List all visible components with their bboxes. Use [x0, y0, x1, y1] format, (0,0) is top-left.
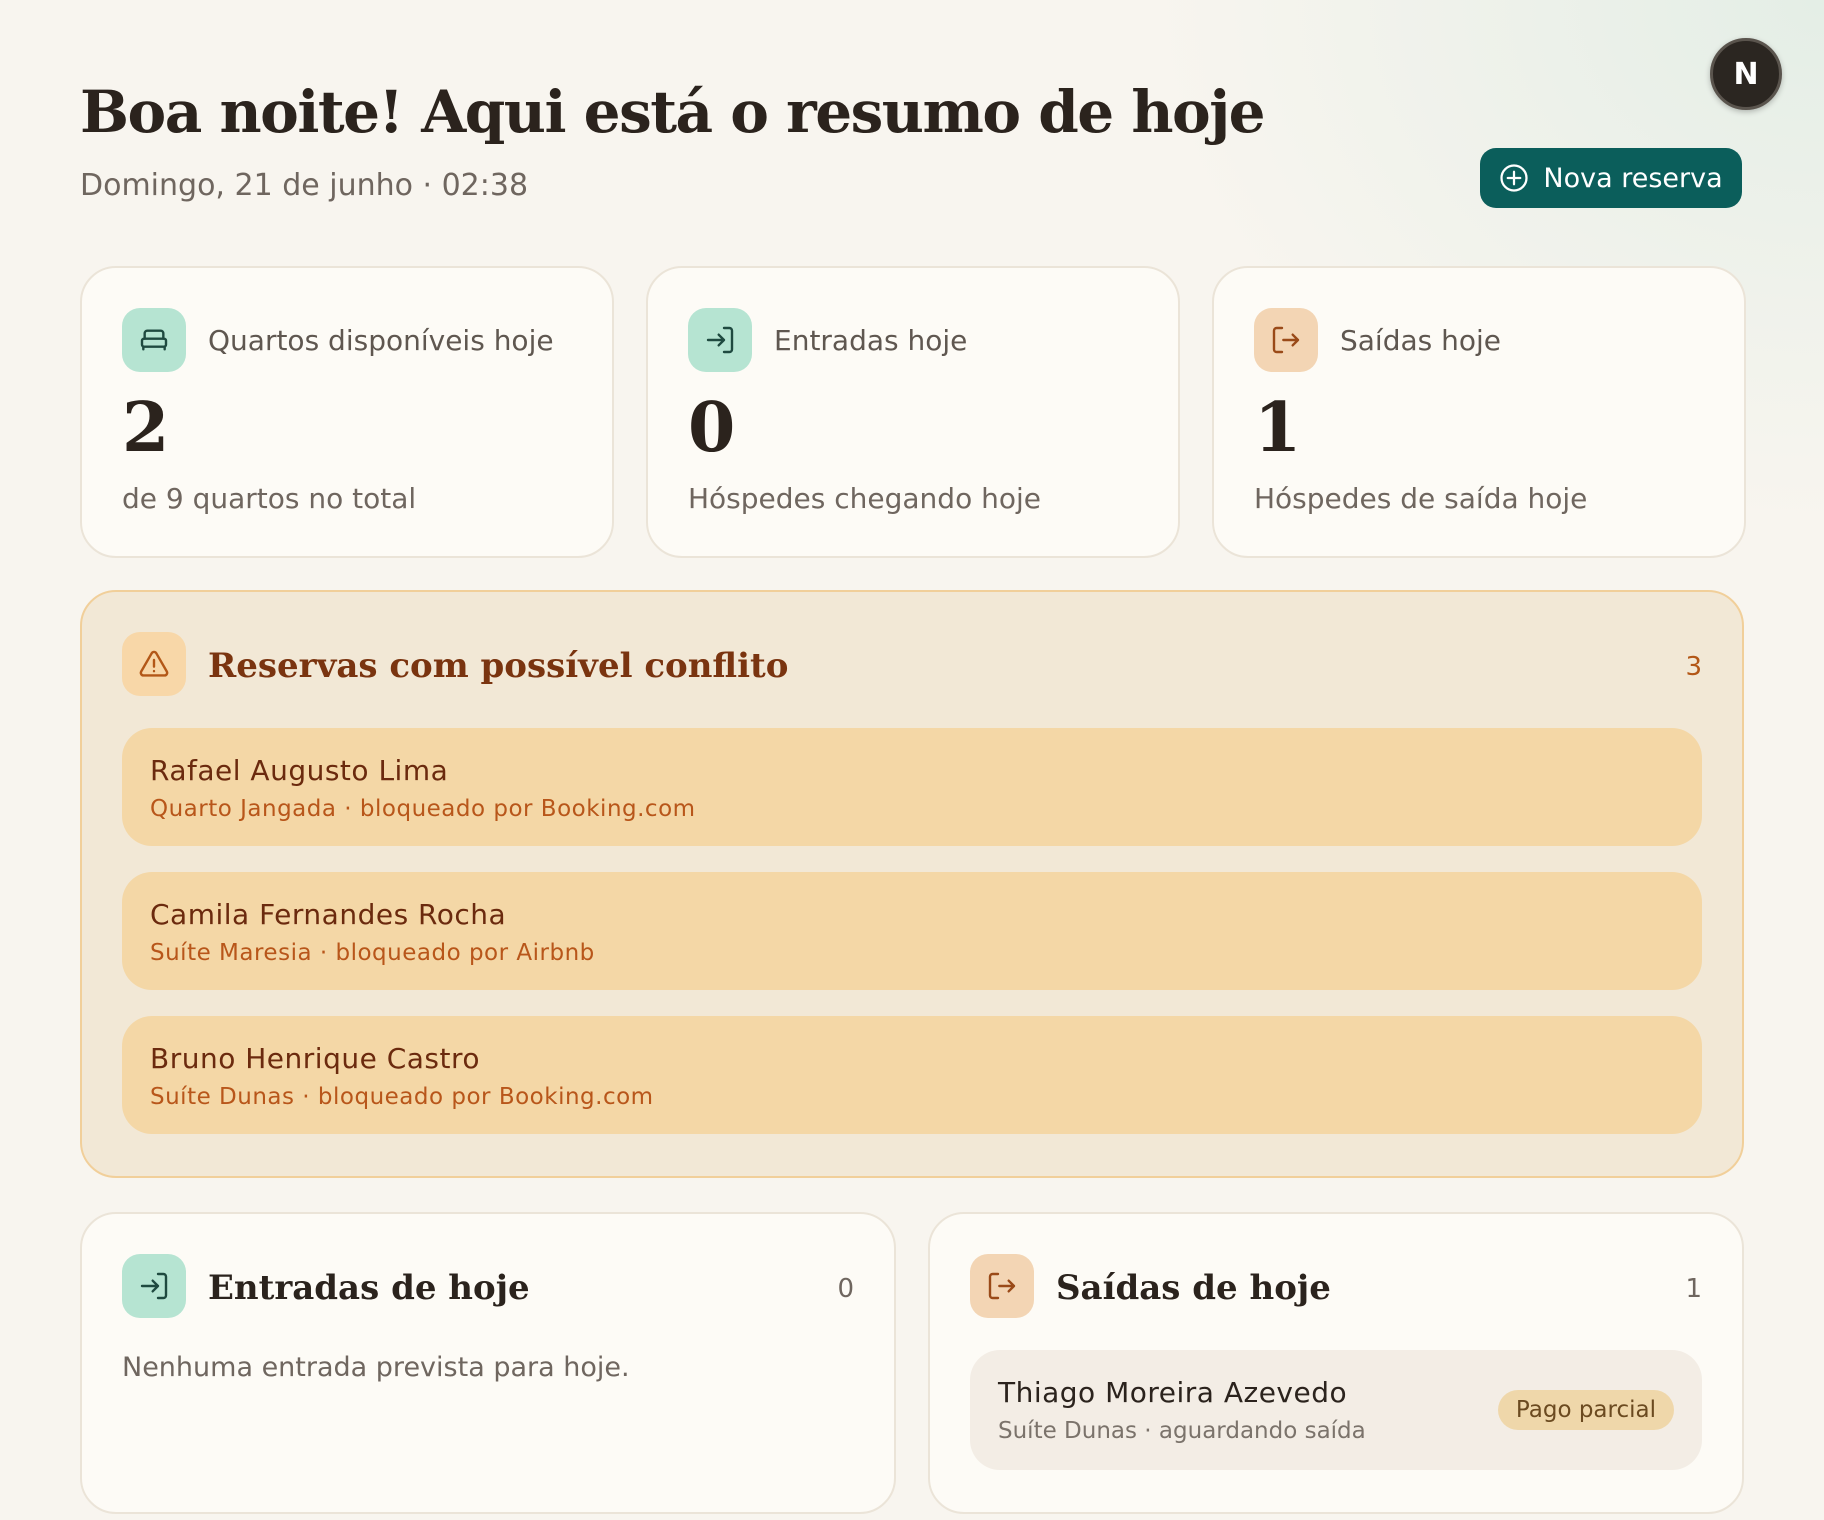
stat-value: 2 [122, 388, 170, 468]
arrivals-count: 0 [837, 1274, 854, 1304]
login-icon [688, 308, 752, 372]
guest-name: Bruno Henrique Castro [150, 1042, 481, 1075]
payment-status-badge: Pago parcial [1497, 1390, 1674, 1430]
conflict-count: 3 [1685, 652, 1702, 682]
new-booking-label: Nova reserva [1543, 162, 1723, 194]
stat-value: 1 [1254, 388, 1302, 468]
stat-card-departures: Saídas hoje 1 Hóspedes de saída hoje [1212, 266, 1746, 558]
conflict-detail: Quarto Jangada · bloqueado por Booking.c… [150, 796, 696, 822]
page-date: Domingo, 21 de junho · 02:38 [80, 168, 529, 203]
user-avatar[interactable]: N [1710, 38, 1782, 110]
stat-label: Entradas hoje [774, 324, 968, 357]
conflict-panel: Reservas com possível conflito 3 Rafael … [80, 590, 1744, 1178]
guest-name: Thiago Moreira Azevedo [998, 1376, 1348, 1409]
arrivals-empty-message: Nenhuma entrada prevista para hoje. [122, 1352, 630, 1383]
conflict-item[interactable]: Camila Fernandes Rocha Suíte Maresia · b… [122, 872, 1702, 990]
conflict-detail: Suíte Maresia · bloqueado por Airbnb [150, 940, 595, 966]
stat-card-available-rooms: Quartos disponíveis hoje 2 de 9 quartos … [80, 266, 614, 558]
arrivals-panel: Entradas de hoje 0 Nenhuma entrada previ… [80, 1212, 896, 1514]
logout-icon [1254, 308, 1318, 372]
conflict-item[interactable]: Rafael Augusto Lima Quarto Jangada · blo… [122, 728, 1702, 846]
departure-detail: Suíte Dunas · aguardando saída [998, 1418, 1366, 1444]
warning-icon [122, 632, 186, 696]
stat-card-arrivals: Entradas hoje 0 Hóspedes chegando hoje [646, 266, 1180, 558]
plus-circle-icon [1500, 164, 1528, 192]
logout-icon [970, 1254, 1034, 1318]
stat-label: Quartos disponíveis hoje [208, 324, 554, 357]
login-icon [122, 1254, 186, 1318]
departure-item[interactable]: Thiago Moreira Azevedo Suíte Dunas · agu… [970, 1350, 1702, 1470]
arrivals-title: Entradas de hoje [208, 1268, 530, 1308]
bed-icon [122, 308, 186, 372]
stat-subtext: Hóspedes de saída hoje [1254, 482, 1588, 515]
departures-count: 1 [1685, 1274, 1702, 1304]
stat-subtext: de 9 quartos no total [122, 482, 417, 515]
conflict-detail: Suíte Dunas · bloqueado por Booking.com [150, 1084, 654, 1110]
departures-panel: Saídas de hoje 1 Thiago Moreira Azevedo … [928, 1212, 1744, 1514]
guest-name: Rafael Augusto Lima [150, 754, 449, 787]
stat-value: 0 [688, 388, 736, 468]
page-title: Boa noite! Aqui está o resumo de hoje [80, 78, 1266, 146]
conflict-title: Reservas com possível conflito [208, 646, 789, 686]
avatar-initial: N [1733, 56, 1759, 92]
stat-label: Saídas hoje [1340, 324, 1502, 357]
new-booking-button[interactable]: Nova reserva [1480, 148, 1742, 208]
guest-name: Camila Fernandes Rocha [150, 898, 507, 931]
departures-title: Saídas de hoje [1056, 1268, 1331, 1308]
conflict-item[interactable]: Bruno Henrique Castro Suíte Dunas · bloq… [122, 1016, 1702, 1134]
stat-subtext: Hóspedes chegando hoje [688, 482, 1041, 515]
